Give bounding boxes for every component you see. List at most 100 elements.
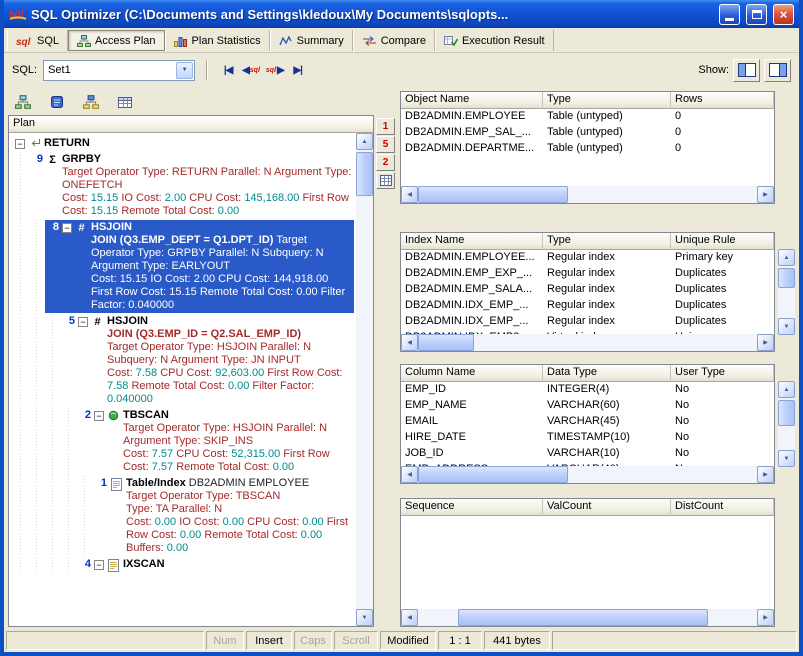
- tree-view-button[interactable]: [10, 91, 36, 113]
- indexes-vscrollbar[interactable]: ▲ ▼: [778, 249, 795, 335]
- column-header-data-type[interactable]: Data Type: [543, 365, 671, 382]
- object-row[interactable]: DB2ADMIN.DEPARTME...Table (untyped)0: [401, 141, 774, 157]
- scrollbar-track[interactable]: [418, 609, 757, 626]
- scroll-right-icon[interactable]: ▶: [757, 186, 774, 203]
- scroll-up-icon[interactable]: ▲: [778, 249, 795, 266]
- column-header-rows[interactable]: Rows: [671, 92, 774, 109]
- column-header-distcount[interactable]: DistCount: [671, 499, 774, 516]
- scrollbar-thumb[interactable]: [418, 334, 474, 351]
- scrollbar-track[interactable]: [418, 334, 757, 351]
- maximize-button[interactable]: [746, 4, 767, 25]
- column-header-type[interactable]: Type: [543, 233, 671, 250]
- scrollbar-thumb[interactable]: [778, 400, 795, 426]
- scroll-left-icon[interactable]: ◀: [401, 609, 418, 626]
- collapse-icon[interactable]: −: [78, 317, 88, 327]
- close-button[interactable]: ×: [773, 4, 794, 25]
- column-header-sequence[interactable]: Sequence: [401, 499, 543, 516]
- object-name: DB2ADMIN EMPLOYEE: [189, 477, 309, 489]
- plan-node-hsjoin[interactable]: 8−#HSJOINJOIN (Q3.EMP_DEPT = Q1.DPT_ID) …: [13, 220, 354, 313]
- plan-text-view-button[interactable]: [44, 91, 70, 113]
- collapse-icon[interactable]: −: [62, 223, 72, 233]
- scrollbar-track[interactable]: [356, 150, 373, 609]
- column-header-object-name[interactable]: Object Name: [401, 92, 543, 109]
- scroll-right-icon[interactable]: ▶: [757, 609, 774, 626]
- object-row[interactable]: DB2ADMIN.EMP_SAL_...Table (untyped)0: [401, 125, 774, 141]
- scrollbar-thumb[interactable]: [778, 268, 795, 288]
- plan-node-hsjoin[interactable]: 5−#HSJOINJOIN (Q3.EMP_ID = Q2.SAL_EMP_ID…: [13, 314, 354, 407]
- scrollbar-thumb[interactable]: [418, 466, 568, 483]
- scrollbar-track[interactable]: [778, 266, 795, 318]
- grid-view-button[interactable]: [112, 91, 138, 113]
- column-row[interactable]: HIRE_DATETIMESTAMP(10)No: [401, 430, 774, 446]
- title-bar[interactable]: sql SQL Optimizer (C:\Documents and Sett…: [4, 0, 799, 28]
- collapse-icon[interactable]: −: [15, 139, 25, 149]
- column-row[interactable]: JOB_IDVARCHAR(10)No: [401, 446, 774, 462]
- next-sql-button[interactable]: sql▶: [264, 60, 286, 80]
- plan-tree-scrollbar[interactable]: ▲ ▼: [356, 133, 373, 626]
- tab-execution-result[interactable]: Execution Result: [435, 30, 554, 51]
- scroll-up-icon[interactable]: ▲: [778, 381, 795, 398]
- plan-node-tbscan[interactable]: 2−TBSCANTarget Operator Type: HSJOIN Par…: [13, 408, 354, 475]
- scrollbar-track[interactable]: [418, 186, 757, 203]
- tab-label: Access Plan: [95, 35, 156, 47]
- combobox-dropdown-icon[interactable]: ▼: [176, 62, 193, 79]
- tab-summary[interactable]: Summary: [270, 30, 353, 51]
- scroll-up-icon[interactable]: ▲: [356, 133, 373, 150]
- scrollbar-thumb[interactable]: [458, 609, 708, 626]
- detail-grid-button[interactable]: [376, 172, 395, 189]
- tab-sql[interactable]: sqlSQL: [7, 30, 68, 51]
- plan-node-grpby[interactable]: 9ΣGRPBYTarget Operator Type: RETURN Para…: [13, 152, 354, 219]
- index-row[interactable]: DB2ADMIN.IDX_EMP_...Regular indexDuplica…: [401, 314, 774, 330]
- scroll-left-icon[interactable]: ◀: [401, 466, 418, 483]
- scroll-down-icon[interactable]: ▼: [356, 609, 373, 626]
- last-sql-button[interactable]: ▶|: [288, 60, 308, 80]
- scrollbar-thumb[interactable]: [418, 186, 568, 203]
- statistics-hscrollbar[interactable]: ◀ ▶: [401, 609, 774, 626]
- column-header-column-name[interactable]: Column Name: [401, 365, 543, 382]
- column-header-user-type[interactable]: User Type: [671, 365, 774, 382]
- scrollbar-track[interactable]: [418, 466, 757, 483]
- column-row[interactable]: EMP_NAMEVARCHAR(60)No: [401, 398, 774, 414]
- objects-hscrollbar[interactable]: ◀ ▶: [401, 186, 774, 203]
- first-sql-button[interactable]: |◀: [218, 60, 238, 80]
- column-header-valcount[interactable]: ValCount: [543, 499, 671, 516]
- outline-view-button[interactable]: [78, 91, 104, 113]
- tab-compare[interactable]: Compare: [353, 30, 435, 51]
- scroll-right-icon[interactable]: ▶: [757, 466, 774, 483]
- scroll-left-icon[interactable]: ◀: [401, 334, 418, 351]
- tab-access-plan[interactable]: Access Plan: [68, 30, 165, 51]
- columns-hscrollbar[interactable]: ◀ ▶: [401, 466, 774, 483]
- index-row[interactable]: DB2ADMIN.IDX_EMP_...Regular indexDuplica…: [401, 298, 774, 314]
- object-row[interactable]: DB2ADMIN.EMPLOYEETable (untyped)0: [401, 109, 774, 125]
- index-row[interactable]: DB2ADMIN.EMP_EXP_...Regular indexDuplica…: [401, 266, 774, 282]
- column-header-unique-rule[interactable]: Unique Rule: [671, 233, 774, 250]
- scroll-down-icon[interactable]: ▼: [778, 318, 795, 335]
- show-left-pane-button[interactable]: [733, 59, 760, 82]
- show-right-pane-button[interactable]: [764, 59, 791, 82]
- column-row[interactable]: EMP_IDINTEGER(4)No: [401, 382, 774, 398]
- tab-plan-statistics[interactable]: Plan Statistics: [165, 30, 270, 51]
- scrollbar-track[interactable]: [778, 398, 795, 450]
- collapse-icon[interactable]: −: [94, 411, 104, 421]
- sql-set-combobox[interactable]: Set1 ▼: [43, 60, 195, 81]
- level-1-button[interactable]: 1: [376, 118, 395, 135]
- column-header-type[interactable]: Type: [543, 92, 671, 109]
- plan-node-table-index[interactable]: 1Table/Index DB2ADMIN EMPLOYEETarget Ope…: [13, 476, 354, 556]
- index-row[interactable]: DB2ADMIN.EMPLOYEE...Regular indexPrimary…: [401, 250, 774, 266]
- scroll-right-icon[interactable]: ▶: [757, 334, 774, 351]
- index-row[interactable]: DB2ADMIN.EMP_SALA...Regular indexDuplica…: [401, 282, 774, 298]
- indexes-hscrollbar[interactable]: ◀ ▶: [401, 334, 774, 351]
- scroll-left-icon[interactable]: ◀: [401, 186, 418, 203]
- minimize-button[interactable]: [719, 4, 740, 25]
- column-header-index-name[interactable]: Index Name: [401, 233, 543, 250]
- level-2-button[interactable]: 2: [376, 154, 395, 171]
- plan-node-ixscan[interactable]: 4−IXSCAN: [13, 557, 354, 573]
- plan-node-return[interactable]: −RETURN: [13, 136, 354, 151]
- collapse-icon[interactable]: −: [94, 560, 104, 570]
- level-5-button[interactable]: 5: [376, 136, 395, 153]
- scrollbar-thumb[interactable]: [356, 152, 373, 196]
- columns-vscrollbar[interactable]: ▲ ▼: [778, 381, 795, 467]
- prev-sql-button[interactable]: ◀sql: [240, 60, 262, 80]
- column-row[interactable]: EMAILVARCHAR(45)No: [401, 414, 774, 430]
- scroll-down-icon[interactable]: ▼: [778, 450, 795, 467]
